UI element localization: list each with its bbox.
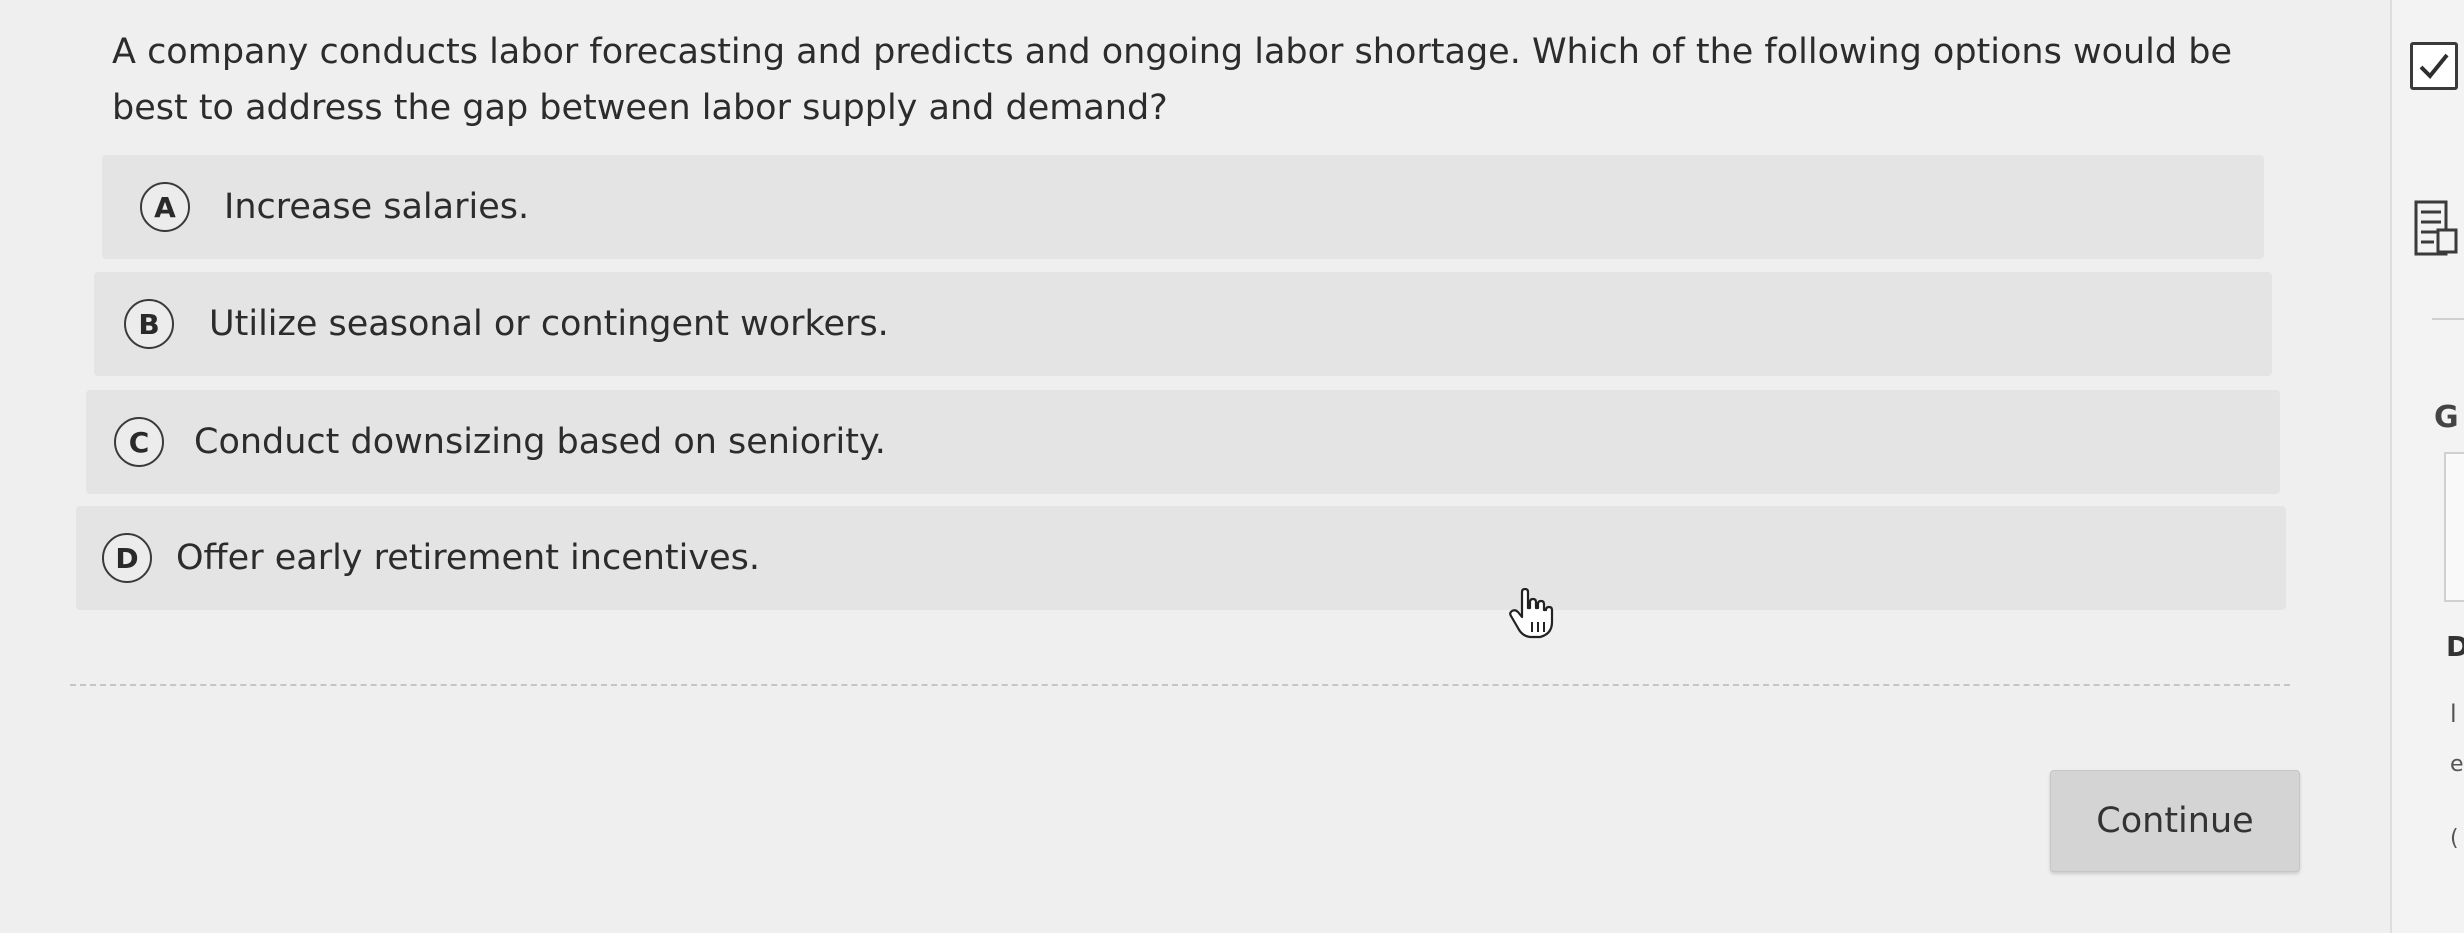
option-c-text: Conduct downsizing based on seniority. [194, 422, 886, 462]
option-c[interactable]: C Conduct downsizing based on seniority. [86, 390, 2280, 494]
right-side-panel: G D l e ( [2390, 0, 2464, 933]
continue-button[interactable]: Continue [2050, 770, 2300, 872]
panel-text-fragment-3: ( [2450, 826, 2459, 851]
quiz-main-area: A company conducts labor forecasting and… [0, 0, 2390, 933]
option-c-letter: C [114, 417, 164, 467]
option-a[interactable]: A Increase salaries. [102, 155, 2264, 259]
option-d-text: Offer early retirement incentives. [176, 538, 760, 578]
panel-heading-fragment: G [2434, 400, 2459, 435]
option-d-letter: D [102, 533, 152, 583]
option-d[interactable]: D Offer early retirement incentives. [76, 506, 2286, 610]
document-icon[interactable] [2414, 200, 2458, 256]
answer-options: A Increase salaries. B Utilize seasonal … [0, 0, 2390, 700]
option-b-text: Utilize seasonal or contingent workers. [209, 304, 889, 344]
option-a-text: Increase salaries. [224, 187, 530, 227]
panel-label-fragment: D [2446, 630, 2464, 663]
panel-divider [2432, 318, 2464, 320]
panel-text-fragment-2: e [2450, 752, 2464, 777]
hand-cursor-icon [1509, 588, 1554, 639]
divider [70, 684, 2290, 686]
checkbox-icon[interactable] [2410, 42, 2458, 90]
option-b-letter: B [124, 299, 174, 349]
panel-text-fragment-1: l [2450, 700, 2457, 728]
option-a-letter: A [140, 182, 190, 232]
option-b[interactable]: B Utilize seasonal or contingent workers… [94, 272, 2272, 376]
panel-input-box[interactable] [2444, 452, 2464, 602]
